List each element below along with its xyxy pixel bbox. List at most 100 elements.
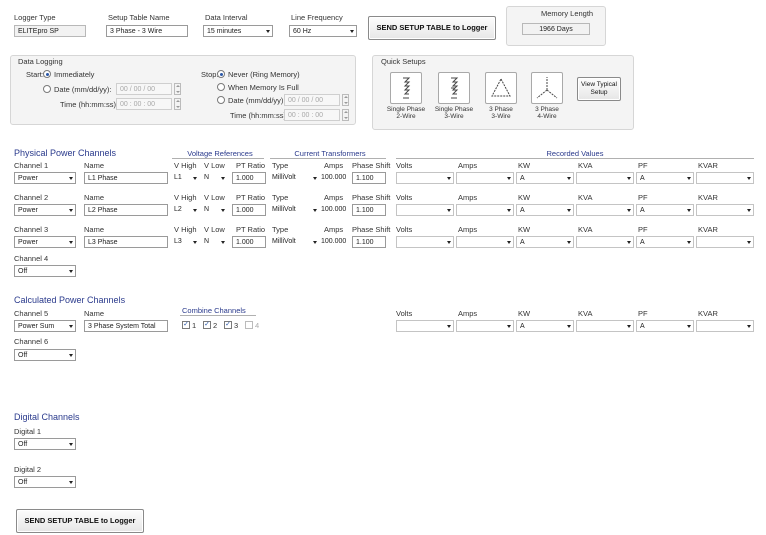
channel-3-phase-shift-input[interactable]: 1.100	[352, 236, 386, 248]
channel-3-amps-input[interactable]: 100.000	[318, 236, 350, 248]
send-setup-table-button-top[interactable]: SEND SETUP TABLE to Logger	[368, 16, 496, 40]
channel-1-rv-kva-select[interactable]	[576, 172, 634, 184]
channel-2-vlow-select[interactable]: N	[204, 204, 226, 216]
channel-3-type-select[interactable]: MilliVolt	[272, 236, 318, 248]
channel-3-vhigh-select[interactable]: L3	[174, 236, 198, 248]
channel-1-rv-col-pf: PF	[638, 161, 648, 170]
channel-6-mode-value: Off	[18, 352, 28, 359]
channel-1-rv-pf-select[interactable]: A	[636, 172, 694, 184]
channel-3-name-input[interactable]: L3 Phase	[84, 236, 168, 248]
chevron-down-icon	[747, 177, 751, 180]
start-immediately-radio[interactable]	[43, 70, 51, 78]
channel-1-vhigh-select[interactable]: L1	[174, 172, 198, 184]
channel-2-rv-kvar-select[interactable]	[696, 204, 754, 216]
channel-2-rv-pf-select[interactable]: A	[636, 204, 694, 216]
three-phase-3wire-button[interactable]	[485, 72, 517, 104]
channel-5-name-input[interactable]: 3 Phase System Total	[84, 320, 168, 332]
combine-channel-2-checkbox[interactable]: ✓	[203, 321, 211, 329]
stop-date-input[interactable]: 00 / 00 / 00	[284, 94, 340, 106]
three-phase-4wire-button[interactable]	[531, 72, 563, 104]
single-phase-3wire-button[interactable]	[438, 72, 470, 104]
channel-3-rv-kw-select[interactable]: A	[516, 236, 574, 248]
channel-1-rv-kw-select[interactable]: A	[516, 172, 574, 184]
channel-2-rv-amps-select[interactable]	[456, 204, 514, 216]
stop-label: Stop:	[201, 70, 219, 79]
start-date-radio[interactable]	[43, 85, 51, 93]
stop-time-spinner[interactable]	[342, 109, 349, 121]
channel-1-rv-col-kvar: KVAR	[698, 161, 718, 170]
channel-3-rv-volts-select[interactable]	[396, 236, 454, 248]
chevron-down-icon	[567, 209, 571, 212]
channel-2-vhigh-select[interactable]: L2	[174, 204, 198, 216]
channel-2-rv-volts-select[interactable]	[396, 204, 454, 216]
start-date-spinner[interactable]	[174, 83, 181, 95]
chevron-down-icon	[69, 443, 73, 446]
channel-1-rv-amps-select[interactable]	[456, 172, 514, 184]
channel-2-phase-shift-input[interactable]: 1.100	[352, 204, 386, 216]
channel-2-amps-input[interactable]: 100.000	[318, 204, 350, 216]
channel-2-pt-ratio-input[interactable]: 1.000	[232, 204, 266, 216]
channel-1-type-select[interactable]: MilliVolt	[272, 172, 318, 184]
channel-5-rv-volts-select[interactable]	[396, 320, 454, 332]
channel-2-rv-kva-select[interactable]	[576, 204, 634, 216]
chevron-down-icon	[69, 325, 73, 328]
channel-3-rv-kva-select[interactable]	[576, 236, 634, 248]
start-date-input[interactable]: 00 / 00 / 00	[116, 83, 172, 95]
channel-1-type-select-value: MilliVolt	[272, 174, 296, 181]
channel-1-name-input[interactable]: L1 Phase	[84, 172, 168, 184]
stop-time-input[interactable]: 00 : 00 : 00	[284, 109, 340, 121]
channel-3-mode-select[interactable]: Power	[14, 236, 76, 248]
chevron-down-icon	[687, 241, 691, 244]
combine-channel-3-checkbox[interactable]: ✓	[224, 321, 232, 329]
view-typical-setup-button[interactable]: View Typical Setup	[577, 77, 621, 101]
channel-4-mode-select[interactable]: Off	[14, 265, 76, 277]
channel-2-type-select[interactable]: MilliVolt	[272, 204, 318, 216]
channel-3-rv-amps-select[interactable]	[456, 236, 514, 248]
channel-3-vlow-select[interactable]: N	[204, 236, 226, 248]
stop-never-radio[interactable]	[217, 70, 225, 78]
channel-1-pt-ratio-input[interactable]: 1.000	[232, 172, 266, 184]
send-setup-table-button-bottom[interactable]: SEND SETUP TABLE to Logger	[16, 509, 144, 533]
combine-channel-4-checkbox[interactable]	[245, 321, 253, 329]
data-interval-label: Data Interval	[205, 13, 248, 22]
channel-1-amps-input[interactable]: 100.000	[318, 172, 350, 184]
channel-3-rv-pf-select[interactable]: A	[636, 236, 694, 248]
data-interval-select[interactable]: 15 minutes	[203, 25, 273, 37]
channel-5-rv-kvar-select[interactable]	[696, 320, 754, 332]
line-frequency-select[interactable]: 60 Hz	[289, 25, 357, 37]
channel-3-pt-ratio-input[interactable]: 1.000	[232, 236, 266, 248]
channel-5-rv-pf-select[interactable]: A	[636, 320, 694, 332]
start-time-input[interactable]: 00 : 00 : 00	[116, 98, 172, 110]
data-logging-title: Data Logging	[18, 57, 63, 66]
combine-channel-1-checkbox[interactable]: ✓	[182, 321, 190, 329]
digital-1-mode-select[interactable]: Off	[14, 438, 76, 450]
start-time-spinner[interactable]	[174, 98, 181, 110]
channel-1-vhigh-select-value: L1	[174, 174, 182, 181]
stop-date-radio[interactable]	[217, 96, 225, 104]
channel-5-rv-col-kva: KVA	[578, 309, 593, 318]
stop-when-full-radio[interactable]	[217, 83, 225, 91]
channel-1-vlow-select[interactable]: N	[204, 172, 226, 184]
line-frequency-value: 60 Hz	[293, 28, 312, 35]
digital-2-mode-select[interactable]: Off	[14, 476, 76, 488]
setup-table-name-input[interactable]: 3 Phase - 3 Wire	[106, 25, 188, 37]
channel-3-mode-select-value: Power	[18, 239, 38, 246]
channel-5-rv-kw-select[interactable]: A	[516, 320, 574, 332]
channel-2-rv-kw-select[interactable]: A	[516, 204, 574, 216]
channel-5-mode-select[interactable]: Power Sum	[14, 320, 76, 332]
channel-6-mode-select[interactable]: Off	[14, 349, 76, 361]
line-frequency-label: Line Frequency	[291, 13, 343, 22]
channel-1-mode-select[interactable]: Power	[14, 172, 76, 184]
chevron-down-icon	[69, 270, 73, 273]
channel-5-rv-kva-select[interactable]	[576, 320, 634, 332]
channel-1-rv-volts-select[interactable]	[396, 172, 454, 184]
stop-date-spinner[interactable]	[342, 94, 349, 106]
channel-2-name-input[interactable]: L2 Phase	[84, 204, 168, 216]
channel-1-rv-kvar-select[interactable]	[696, 172, 754, 184]
data-interval-value: 15 minutes	[207, 28, 242, 35]
channel-2-mode-select[interactable]: Power	[14, 204, 76, 216]
channel-1-phase-shift-input[interactable]: 1.100	[352, 172, 386, 184]
channel-3-rv-kvar-select[interactable]	[696, 236, 754, 248]
single-phase-2wire-button[interactable]	[390, 72, 422, 104]
channel-5-rv-amps-select[interactable]	[456, 320, 514, 332]
